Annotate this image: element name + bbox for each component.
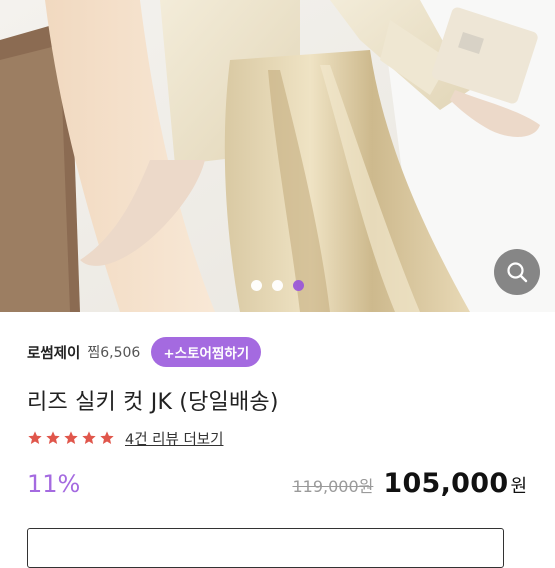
product-photo-illustration (0, 0, 555, 312)
original-price: 119,000원 (292, 477, 374, 496)
star-icon (28, 431, 42, 444)
star-rating (27, 430, 115, 446)
star-icon (46, 431, 60, 444)
zoom-button[interactable] (494, 249, 540, 295)
option-select-box[interactable] (27, 528, 504, 568)
rating-row: 4건 리뷰 더보기 (27, 427, 223, 449)
magnifier-icon (507, 262, 528, 283)
discount-rate: 11% (27, 470, 81, 498)
product-title: 리즈 실키 컷 JK (당일배송) (27, 390, 279, 415)
star-icon (82, 431, 96, 444)
gallery-dot[interactable] (251, 279, 262, 291)
product-image[interactable] (0, 0, 555, 312)
currency-unit: 원 (510, 476, 527, 497)
shop-like-count: 찜6,506 (87, 345, 141, 361)
star-icon (64, 431, 78, 444)
shop-name-link[interactable]: 로썸제이 (27, 342, 80, 363)
sale-price: 105,000 (383, 468, 509, 499)
gallery-pagination (0, 279, 555, 291)
price-box: 119,000원 105,000 원 (292, 468, 527, 499)
store-follow-button[interactable]: +스토어찜하기 (151, 337, 262, 367)
shop-info-row: 로썸제이 찜6,506 +스토어찜하기 (27, 337, 262, 367)
gallery-dot-active[interactable] (293, 279, 304, 291)
gallery-dot[interactable] (272, 279, 283, 291)
star-icon (100, 431, 114, 444)
review-more-link[interactable]: 4건 리뷰 더보기 (125, 428, 223, 449)
